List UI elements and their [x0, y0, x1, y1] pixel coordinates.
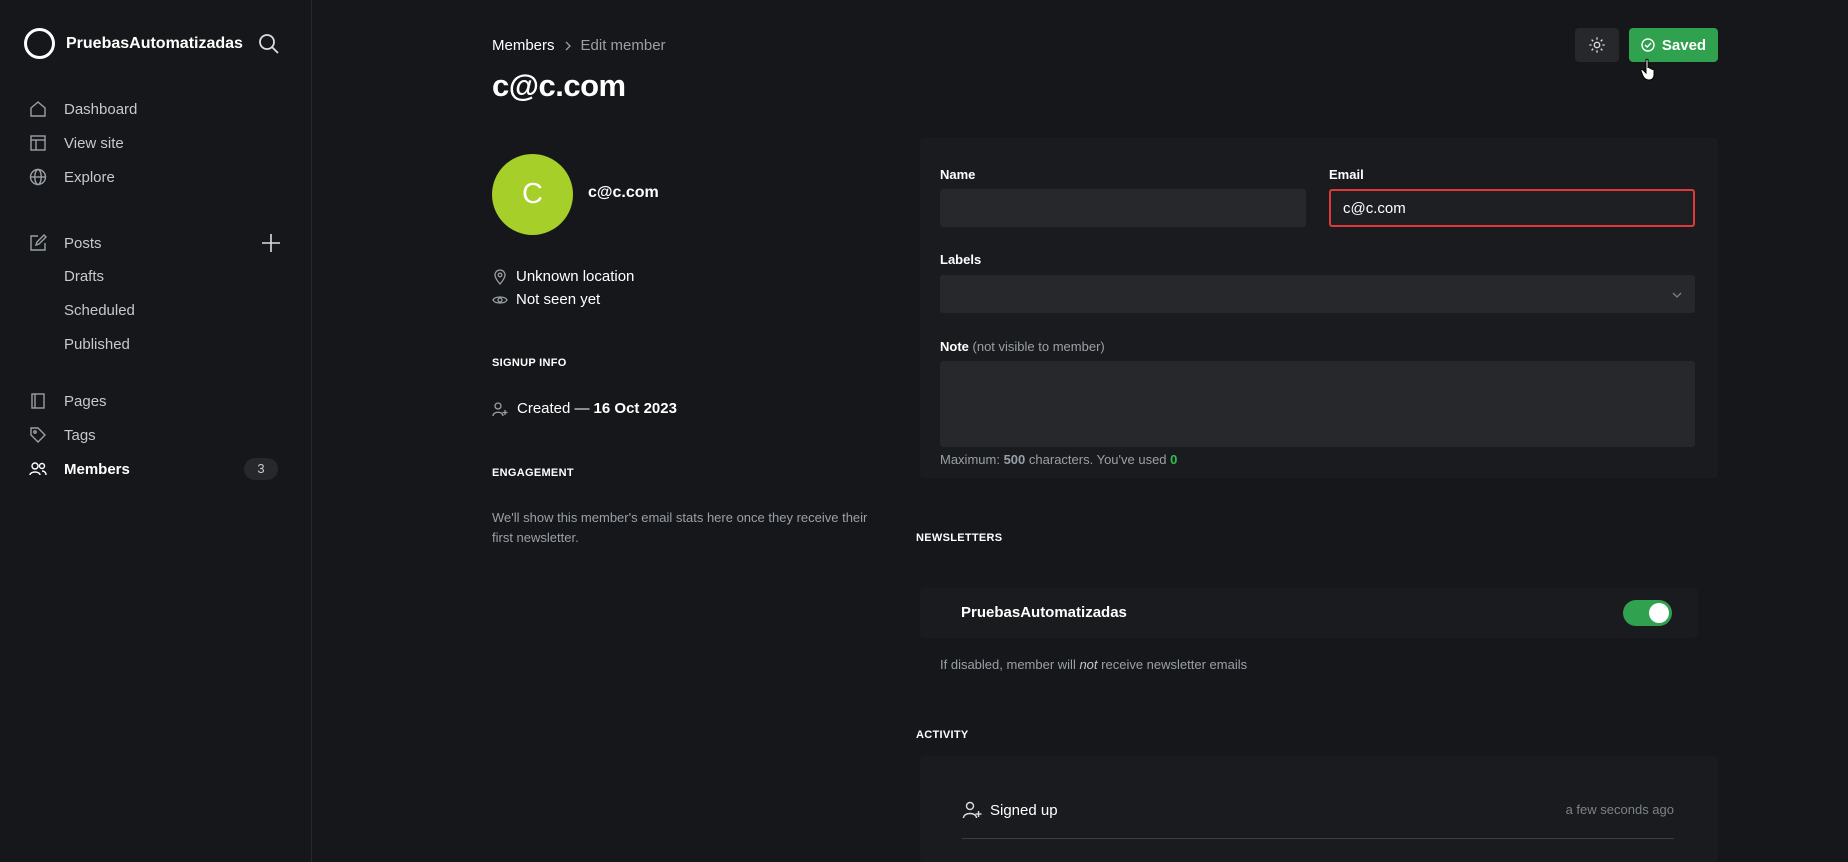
note-label-text: Note: [940, 339, 969, 354]
pages-icon: [31, 393, 45, 409]
newsletter-hint-suffix: receive newsletter emails: [1101, 657, 1248, 672]
counter-used: 0: [1170, 452, 1178, 467]
globe-icon: [29, 168, 47, 186]
newsletters-heading: NEWSLETTERS: [916, 532, 1003, 544]
sidebar-item-label: Explore: [64, 168, 115, 186]
sidebar-item-dashboard[interactable]: Dashboard: [28, 97, 137, 121]
sidebar-item-view-site[interactable]: View site: [28, 131, 124, 155]
note-character-counter: Maximum: 500 characters. You've used 0: [940, 452, 1177, 467]
signup-created: Created — 16 Oct 2023: [492, 400, 677, 417]
tag-icon: [30, 427, 46, 443]
add-post-icon[interactable]: [260, 232, 282, 254]
email-field[interactable]: c@c.com: [1329, 189, 1695, 227]
activity-divider: [962, 838, 1674, 839]
save-button-label: Saved: [1661, 36, 1707, 54]
user-plus-icon: [962, 801, 982, 819]
brand-name: PruebasAutomatizadas: [66, 34, 243, 52]
check-circle-icon: [1641, 38, 1655, 52]
sidebar-item-posts[interactable]: Posts: [28, 231, 102, 255]
activity-item-time: a few seconds ago: [1565, 802, 1674, 817]
email-label: Email: [1329, 167, 1364, 182]
labels-select[interactable]: [940, 275, 1695, 313]
member-last-seen-text: Not seen yet: [516, 291, 601, 308]
avatar: C: [492, 154, 573, 235]
hand-pointer-icon: [1640, 58, 1655, 81]
home-icon: [30, 101, 46, 117]
sidebar-item-label: View site: [64, 134, 124, 152]
breadcrumb: Members Edit member: [492, 37, 666, 54]
newsletter-hint-emphasis: not: [1079, 657, 1098, 672]
member-last-seen: Not seen yet: [492, 291, 600, 308]
name-field[interactable]: [940, 189, 1306, 227]
search-icon[interactable]: [258, 33, 280, 55]
chevron-right-icon: [565, 41, 571, 50]
brand-logo-icon: [24, 28, 55, 59]
engagement-text: We'll show this member's email stats her…: [492, 510, 868, 545]
signup-created-prefix: Created —: [517, 400, 590, 417]
brand[interactable]: PruebasAutomatizadas: [24, 28, 243, 59]
gear-icon: [1589, 37, 1605, 53]
member-settings-button[interactable]: [1575, 28, 1619, 62]
eye-icon: [492, 295, 508, 304]
user-plus-icon: [492, 401, 508, 416]
member-location: Unknown location: [492, 268, 634, 285]
sidebar-item-label: Pages: [64, 392, 107, 410]
sidebar-item-tags[interactable]: Tags: [28, 423, 96, 447]
edit-icon: [30, 234, 47, 251]
sidebar-item-members[interactable]: Members: [28, 457, 130, 481]
sidebar-item-explore[interactable]: Explore: [28, 165, 115, 189]
sidebar-item-label: Posts: [64, 234, 102, 252]
signup-created-date: 16 Oct 2023: [593, 400, 677, 417]
engagement-heading: ENGAGEMENT: [492, 467, 574, 479]
newsletter-hint-prefix: If disabled, member will: [940, 657, 1076, 672]
save-button[interactable]: Saved: [1629, 28, 1718, 62]
sidebar-item-label: Dashboard: [64, 100, 138, 118]
sidebar: PruebasAutomatizadas Dashboard View site…: [0, 0, 312, 862]
note-label-hint: (not visible to member): [972, 339, 1105, 354]
counter-prefix: Maximum:: [940, 452, 1000, 467]
members-count-badge: 3: [244, 458, 278, 480]
sidebar-item-scheduled[interactable]: Scheduled: [64, 302, 135, 319]
newsletter-name: PruebasAutomatizadas: [961, 604, 1127, 621]
signup-info-heading: SIGNUP INFO: [492, 357, 567, 369]
newsletter-hint: If disabled, member will not receive new…: [940, 657, 1247, 672]
member-email: c@c.com: [588, 184, 659, 201]
chevron-down-icon: [1672, 292, 1682, 298]
activity-item-label: Signed up: [990, 801, 1058, 819]
activity-item: Signed up: [962, 800, 1058, 820]
layout-icon: [30, 135, 46, 151]
sidebar-item-label: Members: [64, 460, 130, 478]
member-location-text: Unknown location: [516, 268, 635, 285]
location-pin-icon: [494, 268, 506, 285]
note-label: Note (not visible to member): [940, 339, 1105, 354]
breadcrumb-members-link[interactable]: Members: [492, 37, 555, 54]
note-textarea[interactable]: [940, 361, 1695, 447]
newsletter-subscription-toggle[interactable]: [1623, 600, 1672, 626]
labels-label: Labels: [940, 252, 982, 267]
members-icon: [29, 462, 47, 476]
sidebar-item-drafts[interactable]: Drafts: [64, 268, 104, 285]
sidebar-item-published[interactable]: Published: [64, 336, 130, 353]
counter-mid: characters. You've used: [1028, 452, 1167, 467]
sidebar-item-label: Tags: [64, 426, 96, 444]
breadcrumb-current: Edit member: [580, 37, 666, 54]
activity-heading: ACTIVITY: [916, 729, 969, 741]
sidebar-item-pages[interactable]: Pages: [28, 389, 107, 413]
counter-max: 500: [1003, 452, 1026, 467]
page-title: c@c.com: [492, 68, 626, 103]
name-label: Name: [940, 167, 976, 182]
